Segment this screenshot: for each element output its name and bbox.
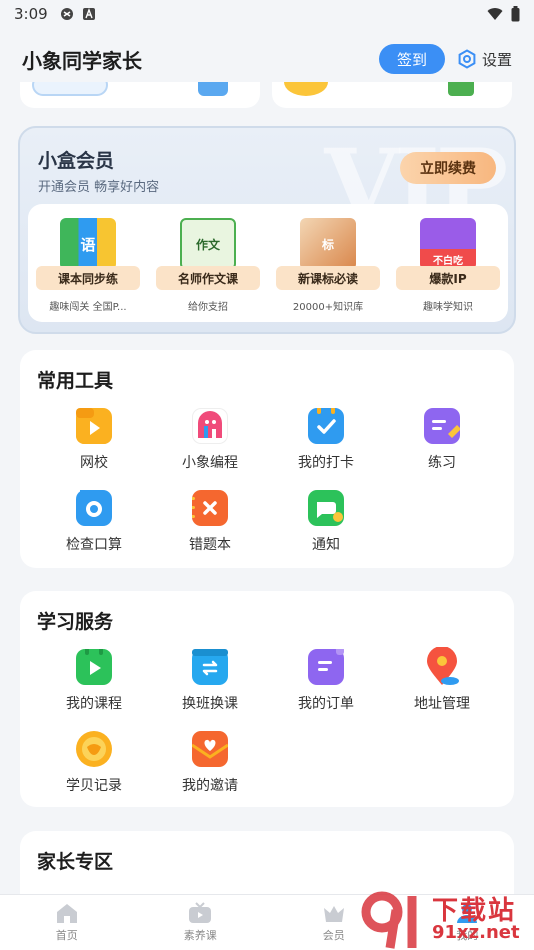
vip-product-desc: 趣味学知识 [423, 302, 473, 313]
vip-products: 语 课本同步练 趣味闯关 全国P... 作文 名师作文课 给你支招 标 新课标必… [28, 204, 508, 322]
order-scroll-icon [308, 649, 344, 685]
banner-card-left[interactable] [20, 82, 260, 108]
tab-label: 首页 [55, 929, 78, 942]
swap-box-icon [192, 649, 228, 685]
tool-label: 我的打卡 [298, 455, 354, 471]
textbook-cover-icon: 语 [60, 218, 116, 270]
banner-right-figure-icon [448, 82, 474, 96]
renew-button[interactable]: 立即续费 [400, 152, 496, 184]
vip-membership-card[interactable]: VIP 小盒会员 开通会员 畅享好内容 立即续费 语 课本同步练 趣味闯关 全国… [18, 126, 516, 334]
tab-label: 素养课 [183, 929, 217, 942]
watermark-logo-icon [361, 891, 417, 949]
ip-cover-icon: 不白吃 [420, 218, 476, 270]
vip-product-item[interactable]: 标 新课标必读 20000+知识库 [273, 218, 383, 322]
vip-title: 小盒会员 [38, 150, 115, 172]
tab-literacy-course[interactable]: 素养课 [155, 902, 245, 943]
tool-label: 通知 [312, 537, 340, 553]
tool-label: 错题本 [189, 537, 231, 553]
calendar-check-icon [308, 408, 344, 444]
tab-label: 会员 [322, 929, 345, 942]
service-label: 我的订单 [298, 696, 354, 712]
banner-card-right[interactable] [272, 82, 512, 108]
tool-practice[interactable]: 练习 [384, 408, 500, 472]
common-tools-title: 常用工具 [37, 370, 114, 392]
service-label: 换班换课 [182, 696, 238, 712]
reading-cover-icon: 标 [300, 218, 356, 270]
signin-button[interactable]: 签到 [378, 44, 445, 74]
status-time: 3:09 [14, 5, 48, 23]
tool-coding[interactable]: 小象编程 [152, 408, 268, 472]
tool-checkin[interactable]: 我的打卡 [268, 408, 384, 472]
app-header: 小象同学家长 签到 设置 [0, 36, 534, 82]
settings-gear-icon [458, 49, 476, 69]
watermark-site: 91xz.net [432, 922, 520, 943]
composition-cover-icon: 作文 [180, 218, 236, 270]
tool-check-arithmetic[interactable]: 检查口算 [36, 490, 152, 554]
status-bar: 3:09 [0, 0, 534, 28]
banner-left-button-shape [32, 82, 108, 96]
play-folder-icon [76, 408, 112, 444]
vip-product-item[interactable]: 作文 名师作文课 给你支招 [153, 218, 263, 322]
vip-product-label: 名师作文课 [156, 266, 260, 290]
learning-services-card: 学习服务 我的课程 换班换课 我的订单 地址管理 学贝记录 我的邀请 [20, 591, 514, 807]
practice-note-icon [424, 408, 460, 444]
service-label: 我的课程 [66, 696, 122, 712]
battery-icon [511, 6, 520, 22]
learning-services-title: 学习服务 [37, 611, 114, 633]
tv-icon [189, 902, 212, 923]
camera-icon [76, 490, 112, 526]
vip-product-label: 课本同步练 [36, 266, 140, 290]
tab-home[interactable]: 首页 [22, 902, 112, 943]
vip-product-label: 新课标必读 [276, 266, 380, 290]
banner-left-figure-icon [198, 82, 228, 96]
service-switch-class[interactable]: 换班换课 [152, 649, 268, 713]
settings-button[interactable]: 设置 [457, 49, 512, 70]
tool-label: 小象编程 [182, 455, 238, 471]
tool-label: 练习 [428, 455, 456, 471]
service-my-orders[interactable]: 我的订单 [268, 649, 384, 713]
vip-product-desc: 趣味闯关 全国P... [49, 302, 127, 313]
service-address[interactable]: 地址管理 [384, 647, 500, 713]
coin-icon [76, 731, 112, 767]
vip-product-item[interactable]: 不白吃 爆款IP 趣味学知识 [393, 218, 503, 322]
service-label: 地址管理 [414, 696, 470, 712]
vip-product-desc: 给你支招 [188, 302, 228, 313]
course-calendar-icon [76, 649, 112, 685]
vip-product-desc: 20000+知识库 [292, 302, 364, 313]
message-icon [308, 490, 344, 526]
tool-wrong-notebook[interactable]: 错题本 [152, 490, 268, 554]
service-my-invites[interactable]: 我的邀请 [152, 731, 268, 795]
service-label: 我的邀请 [182, 778, 238, 794]
vip-product-item[interactable]: 语 课本同步练 趣味闯关 全国P... [33, 218, 143, 322]
home-icon [56, 904, 77, 923]
a-notification-icon [82, 8, 95, 20]
tool-label: 网校 [80, 455, 108, 471]
page-title: 小象同学家长 [22, 48, 142, 73]
location-pin-icon [424, 647, 460, 685]
wifi-icon [487, 8, 503, 20]
common-tools-card: 常用工具 网校 小象编程 我的打卡 练习 检查口算 错题本 通知 [20, 350, 514, 568]
app-notification-icon [60, 8, 73, 20]
wrong-notebook-icon [192, 490, 228, 526]
settings-label: 设置 [481, 50, 512, 69]
elephant-icon [192, 408, 228, 444]
invite-envelope-icon [192, 731, 228, 767]
crown-icon [323, 906, 344, 922]
service-my-courses[interactable]: 我的课程 [36, 649, 152, 713]
banner-right-coin-icon [284, 82, 328, 96]
vip-product-label: 爆款IP [396, 266, 500, 290]
tool-online-school[interactable]: 网校 [36, 408, 152, 472]
site-watermark: 下载站 91xz.net [360, 888, 534, 950]
service-coin-records[interactable]: 学贝记录 [36, 731, 152, 795]
vip-subtitle: 开通会员 畅享好内容 [38, 180, 160, 195]
service-label: 学贝记录 [66, 778, 122, 794]
tool-notification[interactable]: 通知 [268, 490, 384, 554]
tool-label: 检查口算 [66, 537, 122, 553]
parents-zone-title: 家长专区 [37, 851, 114, 873]
